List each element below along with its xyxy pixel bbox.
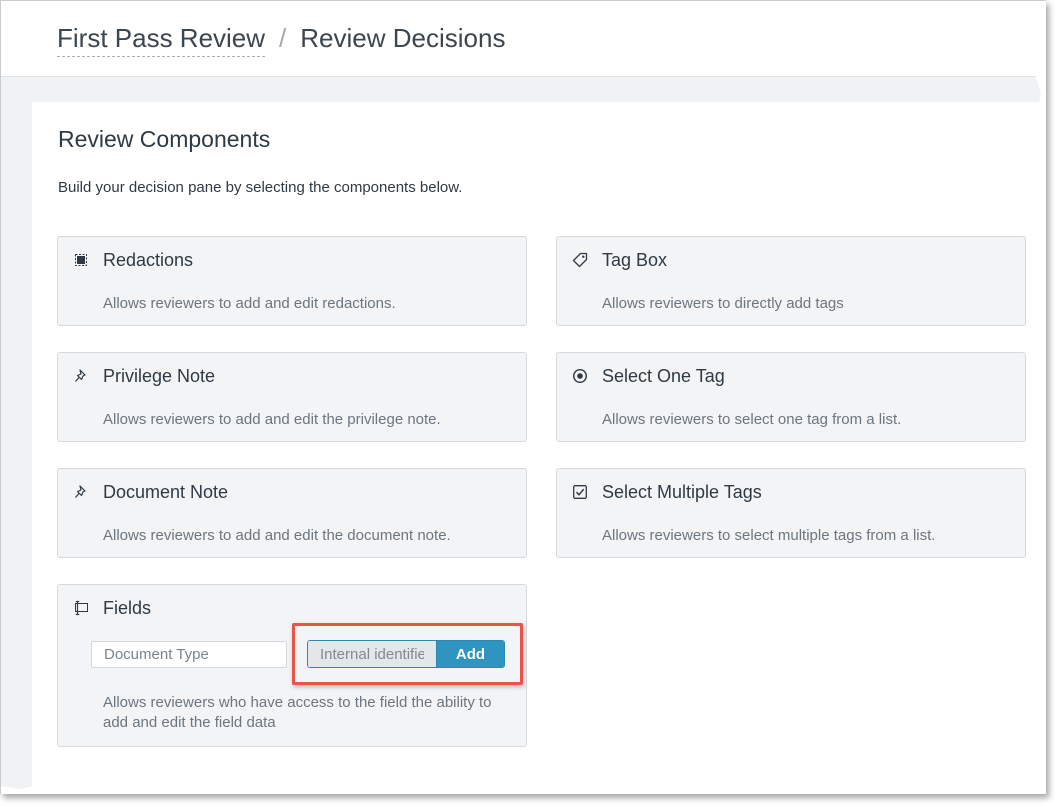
app-window: First Pass Review / Review Decisions Rev…: [0, 0, 1046, 794]
tag-icon: [571, 251, 589, 269]
card-description: Allows reviewers to add and edit the doc…: [103, 527, 451, 544]
field-input-document-type[interactable]: [91, 641, 287, 668]
field-add-combo: Add: [307, 640, 505, 668]
card-description: Allows reviewers to add and edit the pri…: [103, 411, 441, 428]
card-title: Redactions: [103, 250, 194, 270]
card-description: Allows reviewers to select one tag from …: [602, 411, 902, 428]
component-card-privilege-note[interactable]: Privilege Note Allows reviewers to add a…: [57, 352, 527, 442]
pin-icon: [72, 367, 90, 385]
card-title: Tag Box: [602, 250, 668, 270]
pin-icon: [72, 483, 90, 501]
breadcrumb-parent-link[interactable]: First Pass Review: [57, 23, 266, 57]
checkbox-icon: [571, 483, 589, 501]
card-description: Allows reviewers who have access to the …: [103, 694, 492, 731]
component-card-document-note[interactable]: Document Note Allows reviewers to add an…: [57, 468, 527, 558]
torn-edge-right: [1035, 1, 1046, 794]
component-card-tag-box[interactable]: Tag Box Allows reviewers to directly add…: [556, 236, 1026, 326]
torn-edge-bottom: [1, 783, 1046, 794]
radio-icon: [571, 367, 589, 385]
card-title: Fields: [103, 598, 152, 618]
card-description: Allows reviewers to directly add tags: [602, 295, 844, 312]
component-card-redactions[interactable]: Redactions Allows reviewers to add and e…: [57, 236, 527, 326]
add-field-button[interactable]: Add: [436, 641, 504, 667]
component-card-select-multiple-tags[interactable]: Select Multiple Tags Allows reviewers to…: [556, 468, 1026, 558]
redaction-icon: [72, 251, 90, 269]
component-card-select-one-tag[interactable]: Select One Tag Allows reviewers to selec…: [556, 352, 1026, 442]
breadcrumb-separator: /: [279, 23, 287, 53]
card-title: Select One Tag: [602, 366, 725, 386]
text-field-icon: [72, 599, 90, 617]
field-search-input[interactable]: [308, 641, 436, 667]
breadcrumb-current: Review Decisions: [300, 23, 506, 53]
page-header: First Pass Review / Review Decisions: [1, 1, 1046, 77]
section-subtitle: Build your decision pane by selecting th…: [58, 179, 463, 196]
card-title: Document Note: [103, 482, 229, 502]
card-description: Allows reviewers to select multiple tags…: [602, 527, 936, 544]
section-title: Review Components: [58, 126, 271, 152]
card-title: Privilege Note: [103, 366, 216, 386]
component-card-fields: Fields Add Allows reviewers who have acc…: [57, 584, 527, 747]
review-components-panel: Review Components Build your decision pa…: [32, 102, 1046, 794]
breadcrumb: First Pass Review / Review Decisions: [57, 23, 505, 57]
card-title: Select Multiple Tags: [602, 482, 762, 502]
card-description: Allows reviewers to add and edit redacti…: [103, 295, 396, 312]
